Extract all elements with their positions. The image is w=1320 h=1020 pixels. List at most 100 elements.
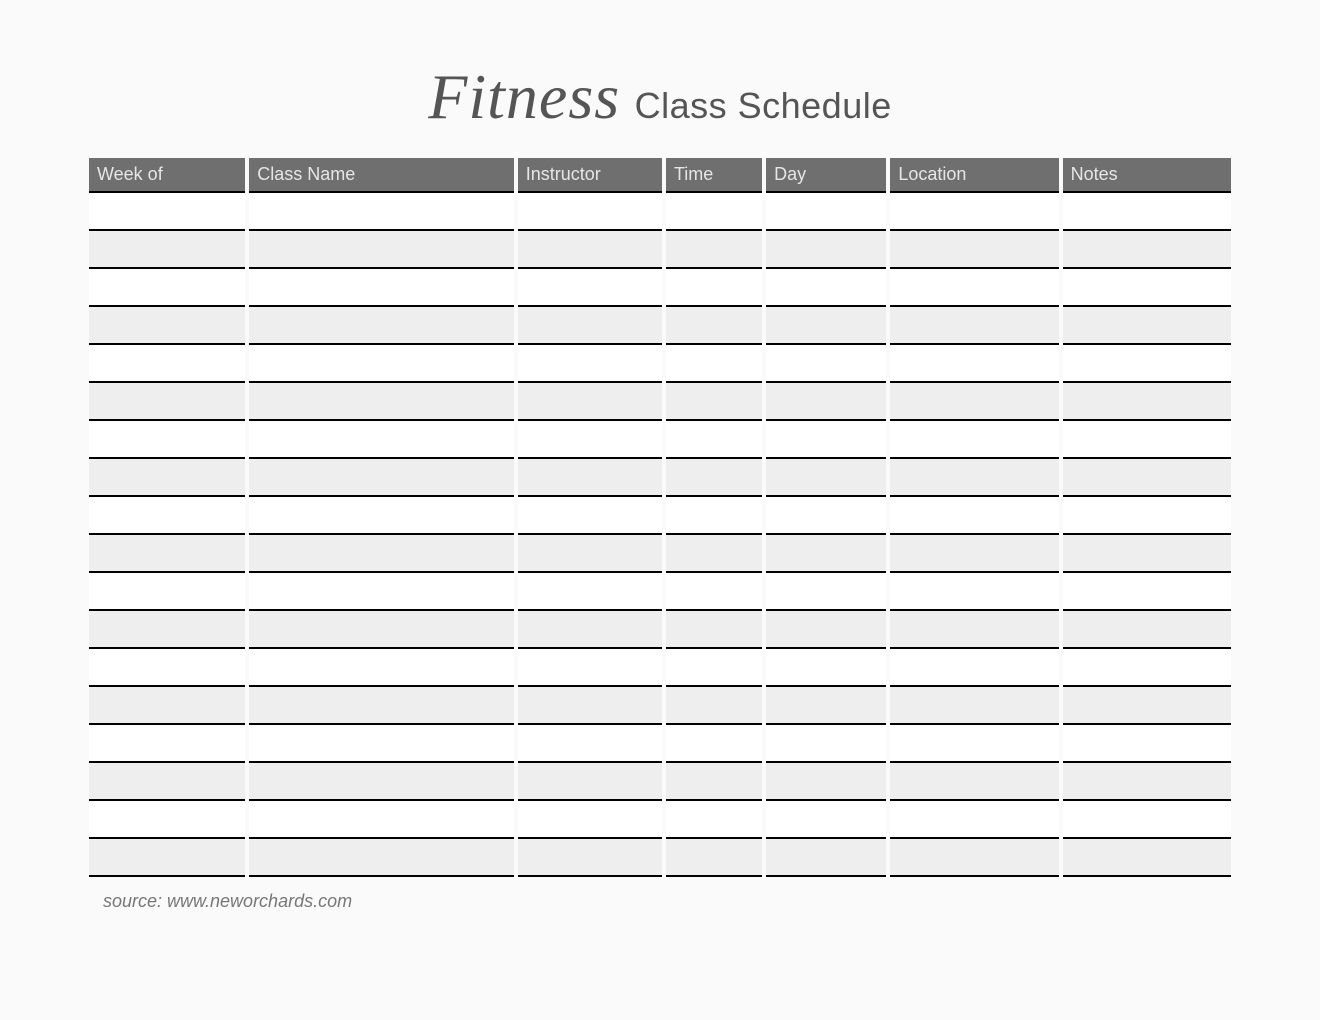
- cell-time: [666, 193, 762, 231]
- cell-notes: [1063, 193, 1231, 231]
- cell-notes: [1063, 269, 1231, 307]
- cell-notes: [1063, 345, 1231, 383]
- cell-time: [666, 801, 762, 839]
- table-row: [89, 649, 1231, 687]
- cell-instructor: [518, 383, 662, 421]
- col-header-class-name: Class Name: [249, 158, 513, 193]
- cell-instructor: [518, 839, 662, 877]
- cell-class-name: [249, 611, 513, 649]
- cell-notes: [1063, 801, 1231, 839]
- cell-week-of: [89, 763, 245, 801]
- cell-location: [890, 573, 1058, 611]
- table-body: [89, 193, 1231, 877]
- table-row: [89, 307, 1231, 345]
- cell-notes: [1063, 459, 1231, 497]
- cell-day: [766, 459, 886, 497]
- cell-instructor: [518, 307, 662, 345]
- cell-class-name: [249, 307, 513, 345]
- cell-week-of: [89, 345, 245, 383]
- cell-day: [766, 687, 886, 725]
- cell-class-name: [249, 269, 513, 307]
- table-row: [89, 345, 1231, 383]
- cell-time: [666, 459, 762, 497]
- cell-time: [666, 421, 762, 459]
- cell-time: [666, 725, 762, 763]
- cell-notes: [1063, 231, 1231, 269]
- cell-instructor: [518, 269, 662, 307]
- col-header-time: Time: [666, 158, 762, 193]
- cell-week-of: [89, 611, 245, 649]
- cell-location: [890, 231, 1058, 269]
- table-row: [89, 611, 1231, 649]
- cell-time: [666, 573, 762, 611]
- cell-instructor: [518, 763, 662, 801]
- cell-class-name: [249, 687, 513, 725]
- cell-location: [890, 345, 1058, 383]
- cell-week-of: [89, 307, 245, 345]
- table-row: [89, 687, 1231, 725]
- cell-time: [666, 307, 762, 345]
- cell-week-of: [89, 383, 245, 421]
- cell-day: [766, 611, 886, 649]
- col-header-day: Day: [766, 158, 886, 193]
- table-row: [89, 383, 1231, 421]
- cell-instructor: [518, 573, 662, 611]
- cell-week-of: [89, 801, 245, 839]
- cell-notes: [1063, 383, 1231, 421]
- table-row: [89, 725, 1231, 763]
- cell-notes: [1063, 649, 1231, 687]
- cell-class-name: [249, 801, 513, 839]
- cell-instructor: [518, 725, 662, 763]
- source-attribution: source: www.neworchards.com: [85, 877, 1235, 912]
- cell-instructor: [518, 459, 662, 497]
- cell-class-name: [249, 231, 513, 269]
- cell-week-of: [89, 497, 245, 535]
- cell-time: [666, 687, 762, 725]
- cell-class-name: [249, 535, 513, 573]
- cell-time: [666, 611, 762, 649]
- cell-location: [890, 383, 1058, 421]
- cell-week-of: [89, 193, 245, 231]
- cell-class-name: [249, 383, 513, 421]
- table-row: [89, 459, 1231, 497]
- cell-location: [890, 421, 1058, 459]
- cell-instructor: [518, 687, 662, 725]
- cell-class-name: [249, 459, 513, 497]
- cell-notes: [1063, 535, 1231, 573]
- cell-instructor: [518, 611, 662, 649]
- cell-time: [666, 839, 762, 877]
- cell-location: [890, 269, 1058, 307]
- col-header-week-of: Week of: [89, 158, 245, 193]
- cell-location: [890, 611, 1058, 649]
- cell-week-of: [89, 725, 245, 763]
- cell-instructor: [518, 421, 662, 459]
- cell-notes: [1063, 421, 1231, 459]
- title-rest: Class Schedule: [635, 85, 892, 126]
- cell-class-name: [249, 193, 513, 231]
- cell-notes: [1063, 763, 1231, 801]
- table-header: Week of Class Name Instructor Time Day L…: [89, 158, 1231, 193]
- cell-day: [766, 801, 886, 839]
- cell-location: [890, 535, 1058, 573]
- cell-week-of: [89, 649, 245, 687]
- cell-notes: [1063, 839, 1231, 877]
- cell-day: [766, 763, 886, 801]
- cell-day: [766, 307, 886, 345]
- cell-location: [890, 497, 1058, 535]
- cell-class-name: [249, 649, 513, 687]
- cell-instructor: [518, 801, 662, 839]
- cell-location: [890, 459, 1058, 497]
- cell-class-name: [249, 573, 513, 611]
- cell-class-name: [249, 421, 513, 459]
- cell-day: [766, 649, 886, 687]
- cell-location: [890, 649, 1058, 687]
- cell-day: [766, 193, 886, 231]
- cell-instructor: [518, 535, 662, 573]
- cell-class-name: [249, 725, 513, 763]
- cell-notes: [1063, 497, 1231, 535]
- cell-location: [890, 687, 1058, 725]
- cell-notes: [1063, 573, 1231, 611]
- cell-day: [766, 535, 886, 573]
- cell-time: [666, 497, 762, 535]
- cell-week-of: [89, 269, 245, 307]
